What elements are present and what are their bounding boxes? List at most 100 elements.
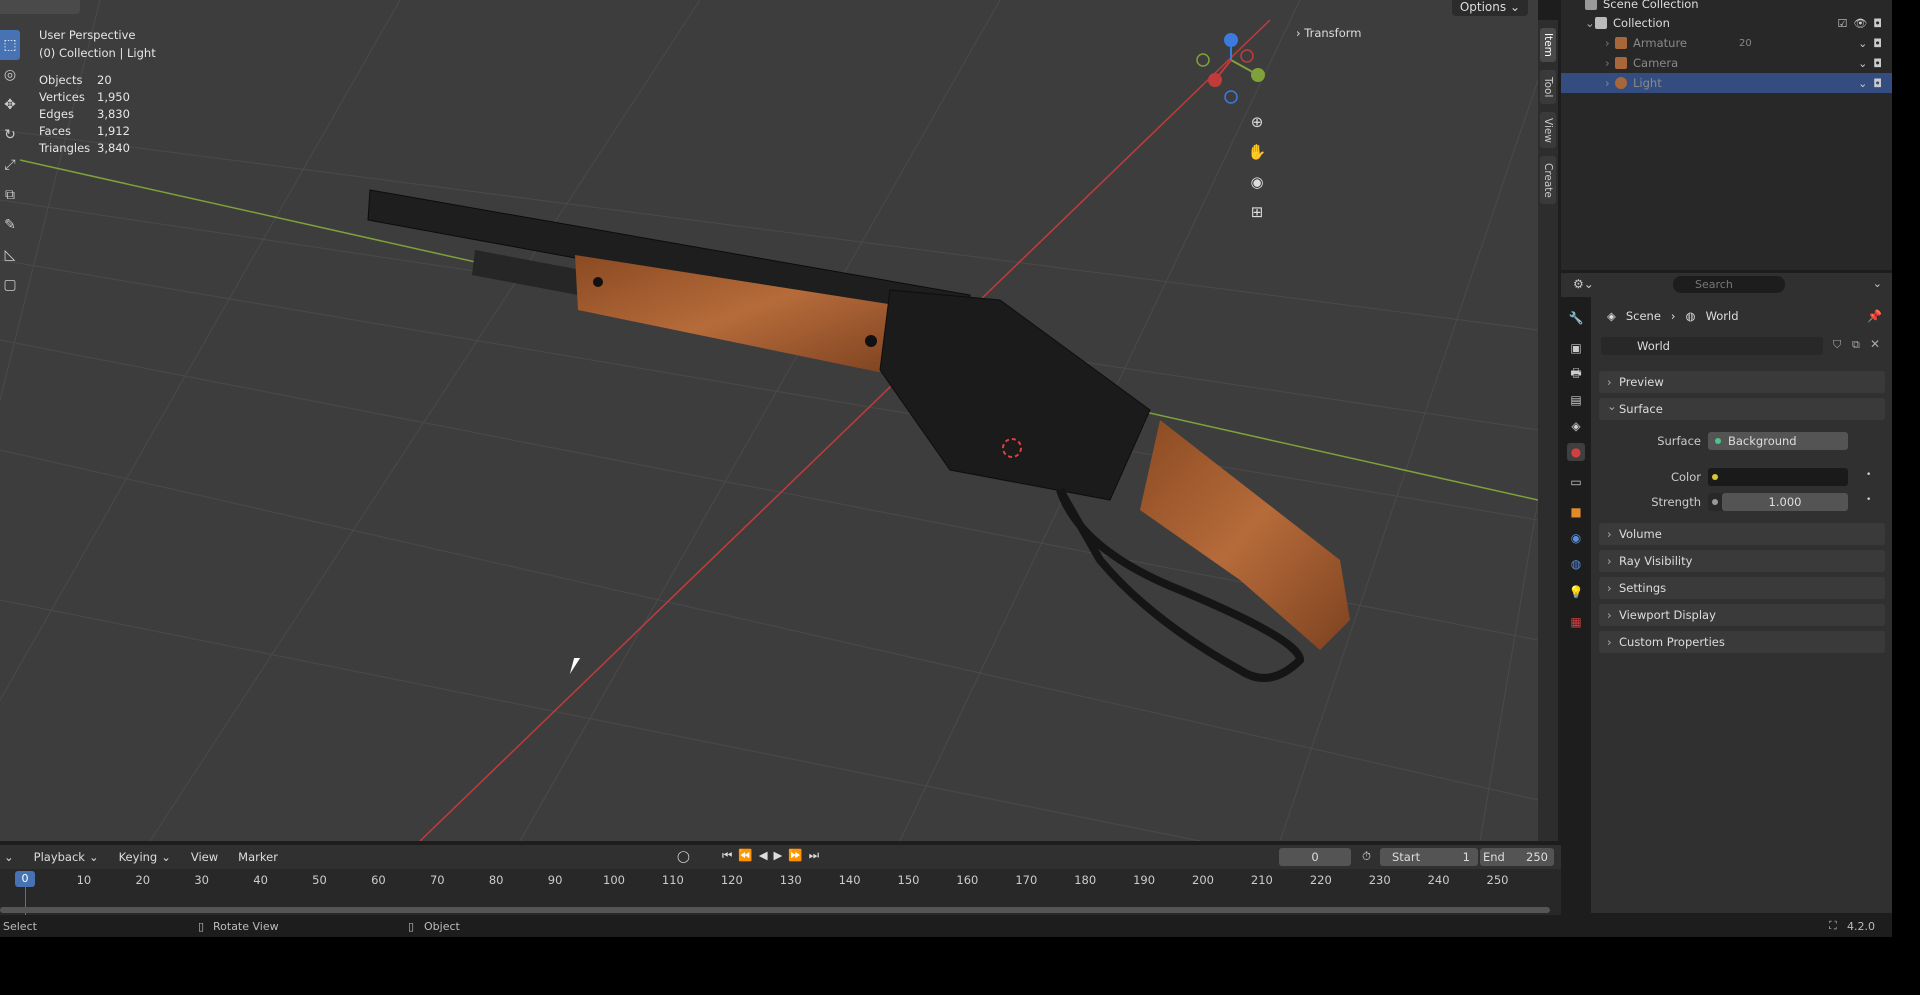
clock-icon[interactable]: ⏱ — [1362, 849, 1371, 864]
outliner-scene-collection[interactable]: Scene Collection — [1561, 0, 1892, 14]
eye-closed-icon[interactable]: ⌄ — [1858, 77, 1867, 90]
properties-search-input[interactable]: Search — [1673, 276, 1785, 293]
close-icon[interactable]: ✕ — [1870, 337, 1880, 351]
panel-settings[interactable]: Settings — [1599, 577, 1885, 599]
3d-viewport[interactable]: Options ⌄ User Perspective (0) Collectio… — [0, 0, 1538, 841]
checkbox-icon[interactable]: ☑ — [1837, 17, 1847, 30]
camera-toggle-icon[interactable]: ◘ — [1873, 77, 1882, 90]
camera-toggle-icon[interactable]: ◘ — [1873, 57, 1882, 70]
breadcrumb-scene[interactable]: Scene — [1626, 309, 1661, 323]
menu-view[interactable]: View — [191, 850, 218, 864]
ortho-toggle-icon[interactable]: ⊞ — [1243, 198, 1271, 226]
play-icon[interactable]: ▶ — [774, 848, 789, 862]
transform-panel-header[interactable]: › Transform — [1296, 26, 1361, 40]
camera-toggle-icon[interactable]: ◘ — [1873, 17, 1882, 30]
menu-keying[interactable]: Keying — [119, 850, 158, 864]
chevron-down-icon[interactable]: ⌄ — [1585, 16, 1595, 30]
editor-type-icon[interactable]: ⚙⌄ — [1573, 277, 1594, 291]
status-bar: Select ▯ Rotate View ▯ Object ⛶ 4.2.0 — [0, 915, 1892, 937]
breadcrumb-world[interactable]: World — [1706, 309, 1739, 323]
timeline[interactable]: 10 20 30 40 50 60 70 80 90 100 110 120 130 140 150 160 1… — [0, 869, 1561, 915]
measure-icon[interactable]: ◺ — [0, 240, 20, 270]
navigation-gizmo[interactable] — [1196, 33, 1265, 104]
output-tab-icon[interactable]: 🖶 — [1567, 365, 1585, 383]
rotate-icon[interactable]: ↻ — [0, 120, 20, 150]
move-icon[interactable]: ✥ — [0, 90, 20, 120]
tab-tool[interactable]: Tool — [1540, 70, 1556, 104]
keyframe-dot-icon[interactable]: • — [1866, 495, 1871, 505]
jump-end-icon[interactable]: ⏭ — [809, 848, 825, 862]
end-frame-field[interactable]: End 250 — [1480, 848, 1554, 866]
playhead[interactable]: 0 — [15, 871, 35, 887]
annotate-icon[interactable]: ✎ — [0, 210, 20, 240]
transform-icon[interactable]: ⧉ — [0, 180, 20, 210]
object-data-tab-icon[interactable]: 💡 — [1567, 583, 1585, 601]
current-frame-field[interactable]: 0 — [1279, 848, 1351, 866]
tool-tab-icon[interactable]: 🔧 — [1567, 309, 1585, 327]
strength-slider[interactable]: 1.000 — [1708, 493, 1848, 511]
tab-create[interactable]: Create — [1540, 156, 1556, 204]
tab-item[interactable]: Item — [1540, 28, 1556, 62]
zoom-icon[interactable]: ⊕ — [1243, 108, 1271, 136]
camera-view-icon[interactable]: ◉ — [1243, 168, 1271, 196]
physics-tab-icon[interactable]: ◍ — [1567, 555, 1585, 573]
menu-playback[interactable]: Playback — [34, 850, 85, 864]
menu-marker[interactable]: Marker — [238, 850, 278, 864]
chevron-down-icon[interactable]: ⌄ — [4, 850, 14, 864]
duplicate-icon[interactable]: ⧉ — [1852, 338, 1860, 352]
object-tab-icon[interactable]: ■ — [1567, 503, 1585, 521]
panel-custom-properties[interactable]: Custom Properties — [1599, 631, 1885, 653]
chevron-right-icon[interactable]: › — [1605, 56, 1615, 70]
camera-toggle-icon[interactable]: ◘ — [1873, 37, 1882, 50]
shotgun-model[interactable] — [367, 189, 1350, 682]
chevron-right-icon[interactable]: › — [1605, 36, 1615, 50]
world-tab-icon[interactable]: ● — [1567, 443, 1585, 461]
eye-closed-icon[interactable]: ⌄ — [1858, 57, 1867, 70]
panel-surface[interactable]: Surface — [1599, 395, 1885, 420]
panel-preview[interactable]: Preview — [1599, 371, 1885, 393]
panel-volume[interactable]: Volume — [1599, 523, 1885, 545]
prev-keyframe-icon[interactable]: ⏪ — [738, 848, 758, 862]
surface-shader-field[interactable]: Background — [1708, 432, 1848, 450]
color-swatch[interactable] — [1708, 468, 1848, 486]
next-keyframe-icon[interactable]: ⏩ — [788, 848, 808, 862]
keyframe-dot-icon[interactable]: • — [1866, 470, 1871, 480]
mode-selector[interactable] — [0, 0, 80, 14]
collection-tab-icon[interactable]: ▭ — [1567, 473, 1585, 491]
timeline-scrollbar[interactable] — [0, 907, 1550, 913]
panel-ray-visibility[interactable]: Ray Visibility — [1599, 550, 1885, 572]
outliner-item-light[interactable]: › Light ⌄ ◘ — [1561, 73, 1892, 93]
texture-tab-icon[interactable]: ▦ — [1567, 613, 1585, 631]
scene-tab-icon[interactable]: ◈ — [1567, 417, 1585, 435]
outliner-item-camera[interactable]: › Camera ⌄ ◘ — [1561, 53, 1892, 73]
camera-object-icon — [1615, 57, 1627, 69]
select-tool-icon[interactable]: ⬚ — [0, 30, 20, 60]
options-dropdown[interactable]: Options ⌄ — [1451, 0, 1528, 16]
play-reverse-icon[interactable]: ◀ — [759, 848, 774, 862]
cursor-icon[interactable]: ◎ — [0, 60, 20, 90]
jump-start-icon[interactable]: ⏮ — [722, 848, 738, 862]
add-cube-icon[interactable]: ▢ — [0, 270, 20, 300]
chevron-right-icon[interactable]: › — [1605, 76, 1615, 90]
chevron-down-icon[interactable]: ⌄ — [1873, 277, 1882, 290]
outliner-item-armature[interactable]: › Armature 20 ⌄ ◘ — [1561, 33, 1892, 53]
color-label: Color — [1670, 470, 1701, 484]
modifier-tab-icon[interactable]: ◉ — [1567, 529, 1585, 547]
outliner-collection[interactable]: ⌄ Collection ☑ 👁 ◘ — [1561, 13, 1892, 33]
auto-key-icon[interactable]: ◯ — [677, 849, 690, 863]
timeline-header: ⌄ Playback ⌄ Keying ⌄ View Marker ◯ ⏮⏪◀▶⏩⏭… — [0, 845, 1561, 869]
fake-user-icon[interactable]: ⛉ — [1833, 338, 1841, 352]
pin-icon[interactable]: 📌 — [1867, 309, 1882, 323]
start-frame-field[interactable]: Start 1 — [1380, 848, 1478, 866]
render-tab-icon[interactable]: ▣ — [1567, 339, 1585, 357]
panel-viewport-display[interactable]: Viewport Display — [1599, 604, 1885, 626]
view-layer-tab-icon[interactable]: ▤ — [1567, 391, 1585, 409]
frame-ruler[interactable]: 10 20 30 40 50 60 70 80 90 100 110 120 130 140 150 160 1… — [0, 869, 1561, 889]
tab-view[interactable]: View — [1540, 112, 1556, 148]
scale-icon[interactable]: ⤢ — [0, 150, 20, 180]
stat-label: Faces — [39, 124, 71, 138]
world-datablock-field[interactable]: World — [1601, 337, 1823, 355]
eye-icon[interactable]: 👁 — [1853, 17, 1867, 30]
eye-closed-icon[interactable]: ⌄ — [1858, 37, 1867, 50]
pan-hand-icon[interactable]: ✋ — [1243, 138, 1271, 166]
